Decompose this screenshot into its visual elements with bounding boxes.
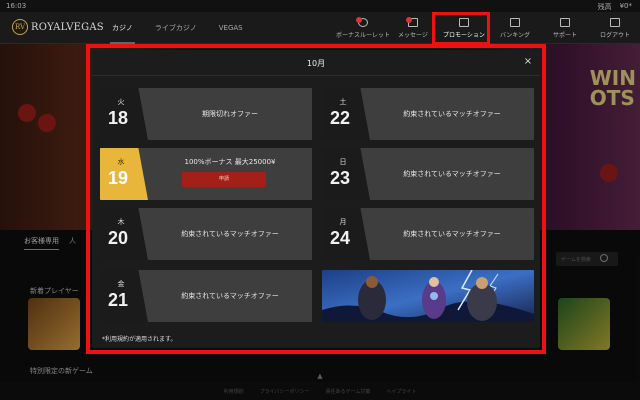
nav-label: メッセージ [398,31,428,39]
nav-label: ボーナスルーレット [336,31,391,39]
crest-icon: RV [12,19,28,35]
offer-text: 約束されているマッチオファー [403,170,501,178]
balance-value: ¥0* [619,2,632,10]
nav-label: バンキング [499,31,531,39]
close-icon[interactable]: × [522,56,534,68]
top-tabs: カジノ ライブカジノ VEGAS [110,12,245,44]
day-number: 20 [108,228,129,248]
nav-label: サポート [552,31,577,39]
modal-title: 10月 [306,59,326,68]
offer-text: 約束されているマッチオファー [181,230,279,238]
weekday: 木 [117,218,125,226]
offer-card[interactable]: 月 24 約束されているマッチオファー [322,208,534,260]
tab-casino[interactable]: カジノ [110,12,135,44]
tab-live-casino[interactable]: ライブカジノ [153,12,199,44]
modal-header: 10月 × [92,50,540,76]
offer-text: 約束されているマッチオファー [403,230,501,238]
balance-label: 残高 [597,3,612,11]
promotions-highlight-box [432,12,490,45]
chat-icon [560,17,570,27]
promo-banner-image[interactable] [322,270,534,322]
notification-dot [356,17,362,23]
status-time: 16:03 [6,2,27,10]
weekday: 金 [117,280,125,288]
superhero-artwork [322,270,534,322]
wallet-icon [510,17,520,27]
offer-card[interactable]: 金 21 約束されているマッチオファー [100,270,312,322]
day-number: 22 [330,108,351,128]
royal-vegas-logo[interactable]: RV ROYALVEGAS [12,19,104,35]
weekday: 土 [339,98,347,106]
status-bar: 16:03 残高 ¥0* [0,0,640,12]
offer-card[interactable]: 木 20 約束されているマッチオファー [100,208,312,260]
nav-logout[interactable]: ログアウト [590,12,640,44]
weekday: 水 [117,158,125,166]
offer-text: 約束されているマッチオファー [181,292,279,300]
offer-text: 約束されているマッチオファー [403,110,501,118]
weekday: 日 [339,158,347,166]
day-number: 23 [330,168,351,188]
offer-card[interactable]: 日 23 約束されているマッチオファー [322,148,534,200]
weekday: 月 [339,218,347,226]
offer-text: 期限切れオファー [202,110,258,118]
nav-bonus-wheel[interactable]: ボーナスルーレット [336,12,391,44]
day-number: 19 [108,168,129,188]
day-number: 21 [108,290,129,310]
offer-card-active[interactable]: 水 19 100%ボーナス 最大25000¥ 申請 [100,148,312,200]
nav-support[interactable]: サポート [540,12,590,44]
notification-dot [406,17,412,23]
offer-card[interactable]: 土 22 約束されているマッチオファー [322,88,534,140]
brand-name: ROYALVEGAS [31,21,104,33]
tab-vegas[interactable]: VEGAS [217,12,245,44]
day-number: 24 [330,228,351,248]
promotions-calendar-modal: 10月 × 火 18 期限切れオファー 水 19 100%ボーナス 最大2500… [92,50,540,348]
nav-label: ログアウト [599,31,630,39]
logout-icon [610,17,620,27]
nav-messages[interactable]: メッセージ [388,12,438,44]
offer-card[interactable]: 火 18 期限切れオファー [100,88,312,140]
nav-banking[interactable]: バンキング [490,12,540,44]
apply-button[interactable]: 申請 [182,172,266,187]
day-number: 18 [108,108,129,128]
terms-note: *利用規約が適用されます。 [102,336,177,343]
weekday: 火 [117,98,125,106]
site-header: RV ROYALVEGAS カジノ ライブカジノ VEGAS ボーナスルーレット… [0,12,640,44]
balance: 残高 ¥0* [598,2,632,12]
